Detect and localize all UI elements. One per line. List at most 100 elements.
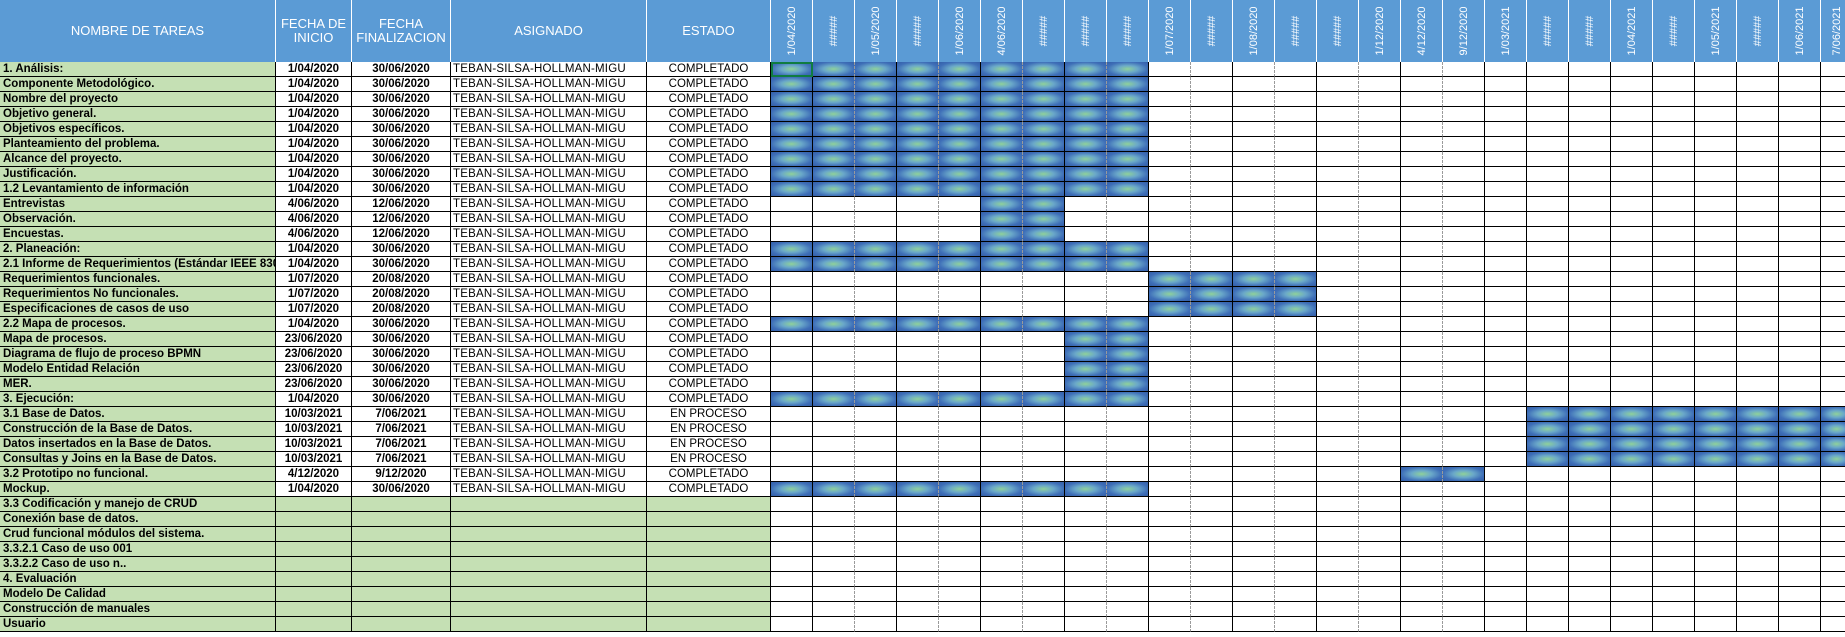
gantt-empty-cell[interactable]: [1191, 377, 1233, 392]
gantt-empty-cell[interactable]: [1191, 482, 1233, 497]
end-date-cell[interactable]: 20/08/2020: [352, 272, 451, 287]
gantt-bar-cell[interactable]: [1653, 437, 1695, 452]
assigned-cell[interactable]: TEBAN-SILSA-HOLLMAN-MIGU: [451, 317, 647, 332]
gantt-empty-cell[interactable]: [1527, 257, 1569, 272]
gantt-empty-cell[interactable]: [1191, 317, 1233, 332]
gantt-empty-cell[interactable]: [1779, 197, 1821, 212]
task-name-cell[interactable]: Requerimientos funcionales.: [0, 272, 276, 287]
gantt-empty-cell[interactable]: [1191, 437, 1233, 452]
gantt-empty-cell[interactable]: [1191, 572, 1233, 587]
gantt-bar-cell[interactable]: [939, 317, 981, 332]
gantt-empty-cell[interactable]: [1611, 62, 1653, 77]
gantt-empty-cell[interactable]: [1611, 362, 1653, 377]
gantt-empty-cell[interactable]: [939, 497, 981, 512]
gantt-empty-cell[interactable]: [1317, 107, 1359, 122]
gantt-empty-cell[interactable]: [1695, 182, 1737, 197]
date-column-header[interactable]: 1/05/2021: [1695, 0, 1737, 62]
gantt-empty-cell[interactable]: [1359, 452, 1401, 467]
gantt-empty-cell[interactable]: [1065, 407, 1107, 422]
gantt-empty-cell[interactable]: [939, 512, 981, 527]
gantt-empty-cell[interactable]: [813, 452, 855, 467]
gantt-empty-cell[interactable]: [897, 452, 939, 467]
gantt-empty-cell[interactable]: [1233, 572, 1275, 587]
gantt-empty-cell[interactable]: [1065, 272, 1107, 287]
gantt-empty-cell[interactable]: [1695, 287, 1737, 302]
gantt-bar-cell[interactable]: [981, 257, 1023, 272]
gantt-empty-cell[interactable]: [1317, 512, 1359, 527]
gantt-empty-cell[interactable]: [939, 212, 981, 227]
gantt-empty-cell[interactable]: [1065, 512, 1107, 527]
gantt-empty-cell[interactable]: [1191, 362, 1233, 377]
gantt-empty-cell[interactable]: [1359, 272, 1401, 287]
gantt-bar-cell[interactable]: [1065, 182, 1107, 197]
gantt-bar-cell[interactable]: [1107, 242, 1149, 257]
gantt-empty-cell[interactable]: [1779, 92, 1821, 107]
gantt-empty-cell[interactable]: [1401, 437, 1443, 452]
end-date-cell[interactable]: 30/06/2020: [352, 137, 451, 152]
gantt-bar-cell[interactable]: [1107, 182, 1149, 197]
gantt-empty-cell[interactable]: [1359, 572, 1401, 587]
gantt-empty-cell[interactable]: [1107, 617, 1149, 632]
gantt-bar-cell[interactable]: [981, 62, 1023, 77]
gantt-empty-cell[interactable]: [1191, 542, 1233, 557]
gantt-empty-cell[interactable]: [1527, 212, 1569, 227]
end-date-cell[interactable]: 7/06/2021: [352, 452, 451, 467]
gantt-empty-cell[interactable]: [1149, 392, 1191, 407]
gantt-empty-cell[interactable]: [1233, 362, 1275, 377]
gantt-empty-cell[interactable]: [1569, 542, 1611, 557]
task-name-cell[interactable]: 1. Análisis:: [0, 62, 276, 77]
gantt-empty-cell[interactable]: [1779, 362, 1821, 377]
gantt-empty-cell[interactable]: [1527, 107, 1569, 122]
gantt-empty-cell[interactable]: [813, 197, 855, 212]
gantt-empty-cell[interactable]: [1317, 302, 1359, 317]
gantt-empty-cell[interactable]: [1821, 482, 1845, 497]
gantt-empty-cell[interactable]: [1485, 617, 1527, 632]
assigned-cell[interactable]: [451, 602, 647, 617]
end-date-cell[interactable]: 30/06/2020: [352, 77, 451, 92]
gantt-empty-cell[interactable]: [1107, 287, 1149, 302]
start-date-cell[interactable]: 10/03/2021: [276, 422, 352, 437]
gantt-empty-cell[interactable]: [771, 287, 813, 302]
gantt-empty-cell[interactable]: [1485, 182, 1527, 197]
gantt-empty-cell[interactable]: [1611, 617, 1653, 632]
gantt-bar-cell[interactable]: [771, 242, 813, 257]
gantt-empty-cell[interactable]: [1527, 152, 1569, 167]
gantt-empty-cell[interactable]: [771, 557, 813, 572]
gantt-empty-cell[interactable]: [1821, 572, 1845, 587]
gantt-empty-cell[interactable]: [1611, 212, 1653, 227]
gantt-empty-cell[interactable]: [1443, 287, 1485, 302]
gantt-empty-cell[interactable]: [1401, 152, 1443, 167]
gantt-empty-cell[interactable]: [1233, 137, 1275, 152]
gantt-empty-cell[interactable]: [1653, 377, 1695, 392]
gantt-empty-cell[interactable]: [1653, 197, 1695, 212]
gantt-empty-cell[interactable]: [813, 572, 855, 587]
gantt-bar-cell[interactable]: [1107, 167, 1149, 182]
gantt-empty-cell[interactable]: [939, 527, 981, 542]
gantt-empty-cell[interactable]: [1317, 257, 1359, 272]
gantt-empty-cell[interactable]: [1191, 152, 1233, 167]
gantt-empty-cell[interactable]: [1695, 272, 1737, 287]
gantt-bar-cell[interactable]: [1821, 452, 1845, 467]
gantt-empty-cell[interactable]: [1821, 107, 1845, 122]
gantt-empty-cell[interactable]: [1401, 512, 1443, 527]
gantt-empty-cell[interactable]: [1611, 317, 1653, 332]
gantt-bar-cell[interactable]: [981, 182, 1023, 197]
gantt-empty-cell[interactable]: [1569, 242, 1611, 257]
gantt-empty-cell[interactable]: [1359, 302, 1401, 317]
gantt-empty-cell[interactable]: [1527, 92, 1569, 107]
gantt-empty-cell[interactable]: [1275, 182, 1317, 197]
gantt-empty-cell[interactable]: [1779, 227, 1821, 242]
gantt-empty-cell[interactable]: [1527, 137, 1569, 152]
gantt-empty-cell[interactable]: [1821, 227, 1845, 242]
gantt-bar-cell[interactable]: [1065, 317, 1107, 332]
gantt-empty-cell[interactable]: [1107, 467, 1149, 482]
header-assigned[interactable]: ASIGNADO: [451, 0, 647, 62]
end-date-cell[interactable]: 30/06/2020: [352, 317, 451, 332]
status-cell[interactable]: EN PROCESO: [647, 437, 771, 452]
gantt-bar-cell[interactable]: [981, 212, 1023, 227]
gantt-empty-cell[interactable]: [1149, 482, 1191, 497]
gantt-empty-cell[interactable]: [981, 302, 1023, 317]
gantt-empty-cell[interactable]: [1779, 287, 1821, 302]
gantt-bar-cell[interactable]: [1065, 62, 1107, 77]
gantt-empty-cell[interactable]: [855, 197, 897, 212]
